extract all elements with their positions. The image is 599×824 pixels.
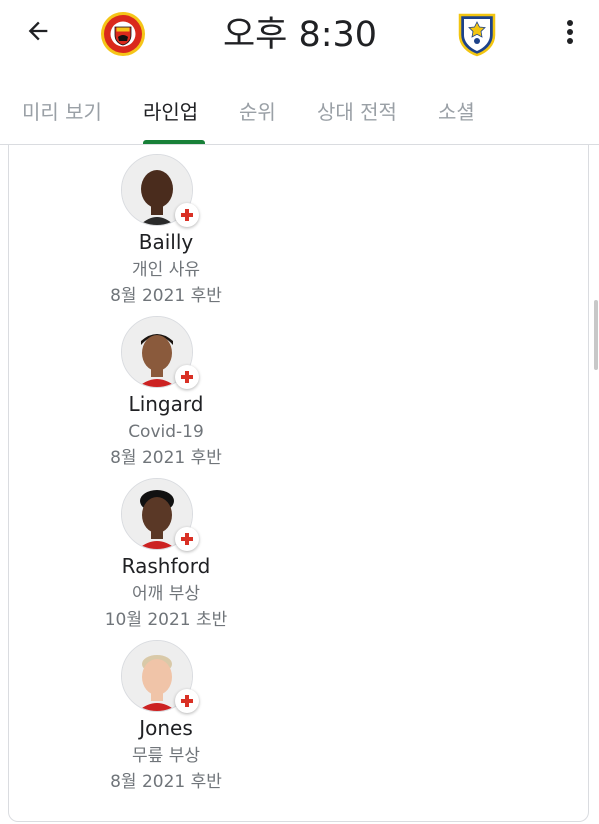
tab-standings[interactable]: 순위	[239, 98, 276, 126]
leeds-united-crest-icon[interactable]	[454, 11, 500, 57]
top-app-bar: 오후 8:30	[0, 0, 599, 80]
match-time: 오후 8:30	[222, 15, 378, 55]
injury-icon	[175, 527, 199, 551]
player-name: Bailly	[138, 230, 194, 254]
tab-social[interactable]: 소셜	[438, 98, 475, 126]
active-tab-indicator	[143, 140, 205, 144]
scrollbar[interactable]	[594, 300, 598, 370]
expected-return: 8월 2021 후반	[110, 286, 222, 306]
tab-head-to-head[interactable]: 상대 전적	[317, 98, 397, 126]
injury-reason: Covid-19	[128, 422, 204, 442]
injury-icon	[175, 689, 199, 713]
injury-reason: 무릎 부상	[132, 746, 200, 766]
more-options-button[interactable]	[555, 14, 585, 50]
player-avatar-wrap	[121, 154, 199, 227]
injury-reason: 개인 사유	[132, 260, 200, 280]
player-avatar-wrap	[121, 478, 199, 551]
injury-reason: 어깨 부상	[132, 584, 200, 604]
back-arrow-icon	[28, 21, 48, 41]
expected-return: 8월 2021 후반	[110, 448, 222, 468]
player-avatar-wrap	[121, 640, 199, 713]
player-item[interactable]: Jones 무릎 부상 8월 2021 후반	[56, 640, 256, 800]
more-vert-icon	[567, 20, 573, 44]
player-name: Jones	[139, 716, 193, 740]
player-name: Rashford	[121, 554, 211, 578]
player-item[interactable]: Bailly 개인 사유 8월 2021 후반	[56, 154, 256, 314]
tab-bar: 미리 보기 라인업 순위 상대 전적 소셜	[0, 80, 599, 145]
expected-return: 10월 2021 초반	[104, 610, 228, 630]
back-button[interactable]	[20, 13, 56, 49]
manchester-united-crest-icon[interactable]	[100, 11, 146, 57]
injury-icon	[175, 365, 199, 389]
tab-preview[interactable]: 미리 보기	[22, 98, 102, 126]
player-item[interactable]: Rashford 어깨 부상 10월 2021 초반	[56, 478, 256, 638]
expected-return: 8월 2021 후반	[110, 772, 222, 792]
player-item[interactable]: Lingard Covid-19 8월 2021 후반	[56, 316, 256, 476]
injury-icon	[175, 203, 199, 227]
player-name: Lingard	[128, 392, 204, 416]
tab-lineup[interactable]: 라인업	[143, 98, 198, 126]
player-avatar-wrap	[121, 316, 199, 389]
